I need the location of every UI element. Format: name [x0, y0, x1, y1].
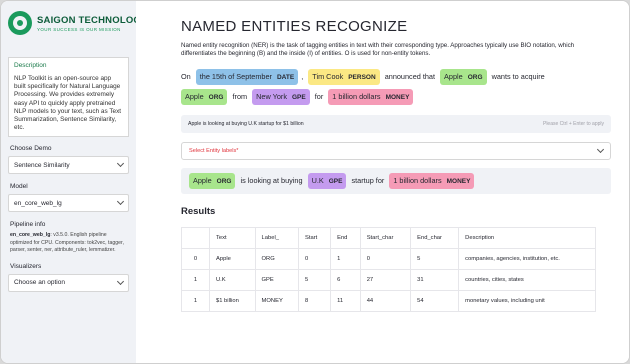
logo-name: SAIGON TECHNOLOGY — [37, 14, 148, 26]
entity-labels-select[interactable]: Select Entity labels* — [181, 141, 611, 160]
logo-tagline: YOUR SUCCESS IS OUR MISSION — [37, 26, 121, 32]
column-header[interactable]: Description — [458, 226, 596, 249]
intro-text: Named entity recognition (NER) is the ta… — [181, 42, 575, 58]
column-header[interactable]: End — [330, 226, 361, 249]
sidebar: SAIGON TECHNOLOGY YOUR SUCCESS IS OUR MI… — [1, 1, 147, 363]
entity-chip: New York GPE — [252, 88, 310, 105]
entity-chip: 1 billion dollars MONEY — [328, 88, 414, 105]
table-row: 1 U.K GPE 5 6 27 31 countries, cities, s… — [181, 268, 596, 291]
choose-demo-value: Sentence Similarity — [14, 161, 70, 169]
pipeline-info-text: en_core_web_lg: v3.5.0. English pipeline… — [10, 232, 127, 254]
table-row: 1 $1 billion MONEY 8 11 44 54 monetary v… — [181, 289, 596, 312]
entity-chip: Apple ORG — [440, 68, 487, 85]
results-table: Text Label_ Start End Start_char End_cha… — [181, 226, 596, 312]
app-window: SAIGON TECHNOLOGY YOUR SUCCESS IS OUR MI… — [0, 0, 630, 364]
choose-demo-label: Choose Demo — [10, 145, 52, 153]
model-value: en_core_web_lg — [14, 199, 62, 207]
text-input-hint: Please Ctrl + Enter to apply — [542, 120, 604, 127]
entity-chip: Apple ORG — [189, 172, 236, 189]
example-entities-line-2: Apple ORG from New York GPE for 1 billion … — [181, 88, 611, 105]
table-header-row: Text Label_ Start End Start_char End_cha… — [181, 226, 596, 249]
column-header[interactable]: Start — [298, 226, 332, 249]
column-header[interactable]: Text — [209, 226, 256, 249]
pipeline-info-label: Pipeline info — [10, 221, 46, 229]
visualizers-value: Choose an option — [14, 279, 65, 287]
choose-demo-select[interactable]: Sentence Similarity — [8, 156, 129, 175]
column-header[interactable]: Start_char — [359, 226, 412, 249]
column-header[interactable]: End_char — [410, 226, 460, 249]
company-logo: SAIGON TECHNOLOGY YOUR SUCCESS IS OUR MI… — [8, 11, 147, 35]
column-header[interactable]: Label_ — [254, 226, 300, 249]
entity-chip: 1 billion dollars MONEY — [389, 172, 475, 189]
visualizers-label: Visualizers — [10, 262, 42, 270]
visualizers-select[interactable]: Choose an option — [8, 273, 129, 292]
example-entities-line-1: On the 15th of September DATE, Tim Cook PE… — [181, 68, 611, 85]
pipeline-name: en_core_web_lg — [10, 232, 51, 239]
logo-icon — [8, 11, 32, 35]
text-input-value: Apple is looking at buying U.K startup f… — [188, 120, 304, 127]
ner-result-box: Apple ORG is looking at buying U.K GPE sta… — [181, 167, 611, 194]
page-title: NAMED ENTITIES RECOGNIZE — [181, 18, 408, 35]
text-input[interactable]: Apple is looking at buying U.K startup f… — [181, 114, 611, 133]
model-select[interactable]: en_core_web_lg — [8, 194, 129, 213]
column-header — [181, 226, 210, 249]
chevron-down-icon — [116, 160, 125, 168]
chevron-down-icon — [596, 145, 605, 153]
model-label: Model — [10, 183, 28, 191]
entity-chip: the 15th of September DATE — [195, 68, 299, 85]
entity-labels-placeholder: Select Entity labels* — [189, 147, 239, 154]
description-body: NLP Toolkit is an open-source app built … — [14, 75, 122, 132]
entity-chip: U.K GPE — [307, 172, 347, 189]
entity-chip: Apple ORG — [181, 88, 228, 105]
table-row: 0 Apple ORG 0 1 0 5 companies, agencies,… — [181, 247, 596, 270]
description-title: Description — [14, 62, 47, 69]
results-heading: Results — [181, 205, 216, 217]
entity-chip: Tim Cook PERSON — [308, 68, 380, 85]
main-content: NAMED ENTITIES RECOGNIZE Named entity re… — [136, 1, 629, 363]
chevron-down-icon — [116, 198, 125, 206]
chevron-down-icon — [116, 277, 125, 285]
description-box: Description NLP Toolkit is an open-sourc… — [8, 57, 129, 138]
